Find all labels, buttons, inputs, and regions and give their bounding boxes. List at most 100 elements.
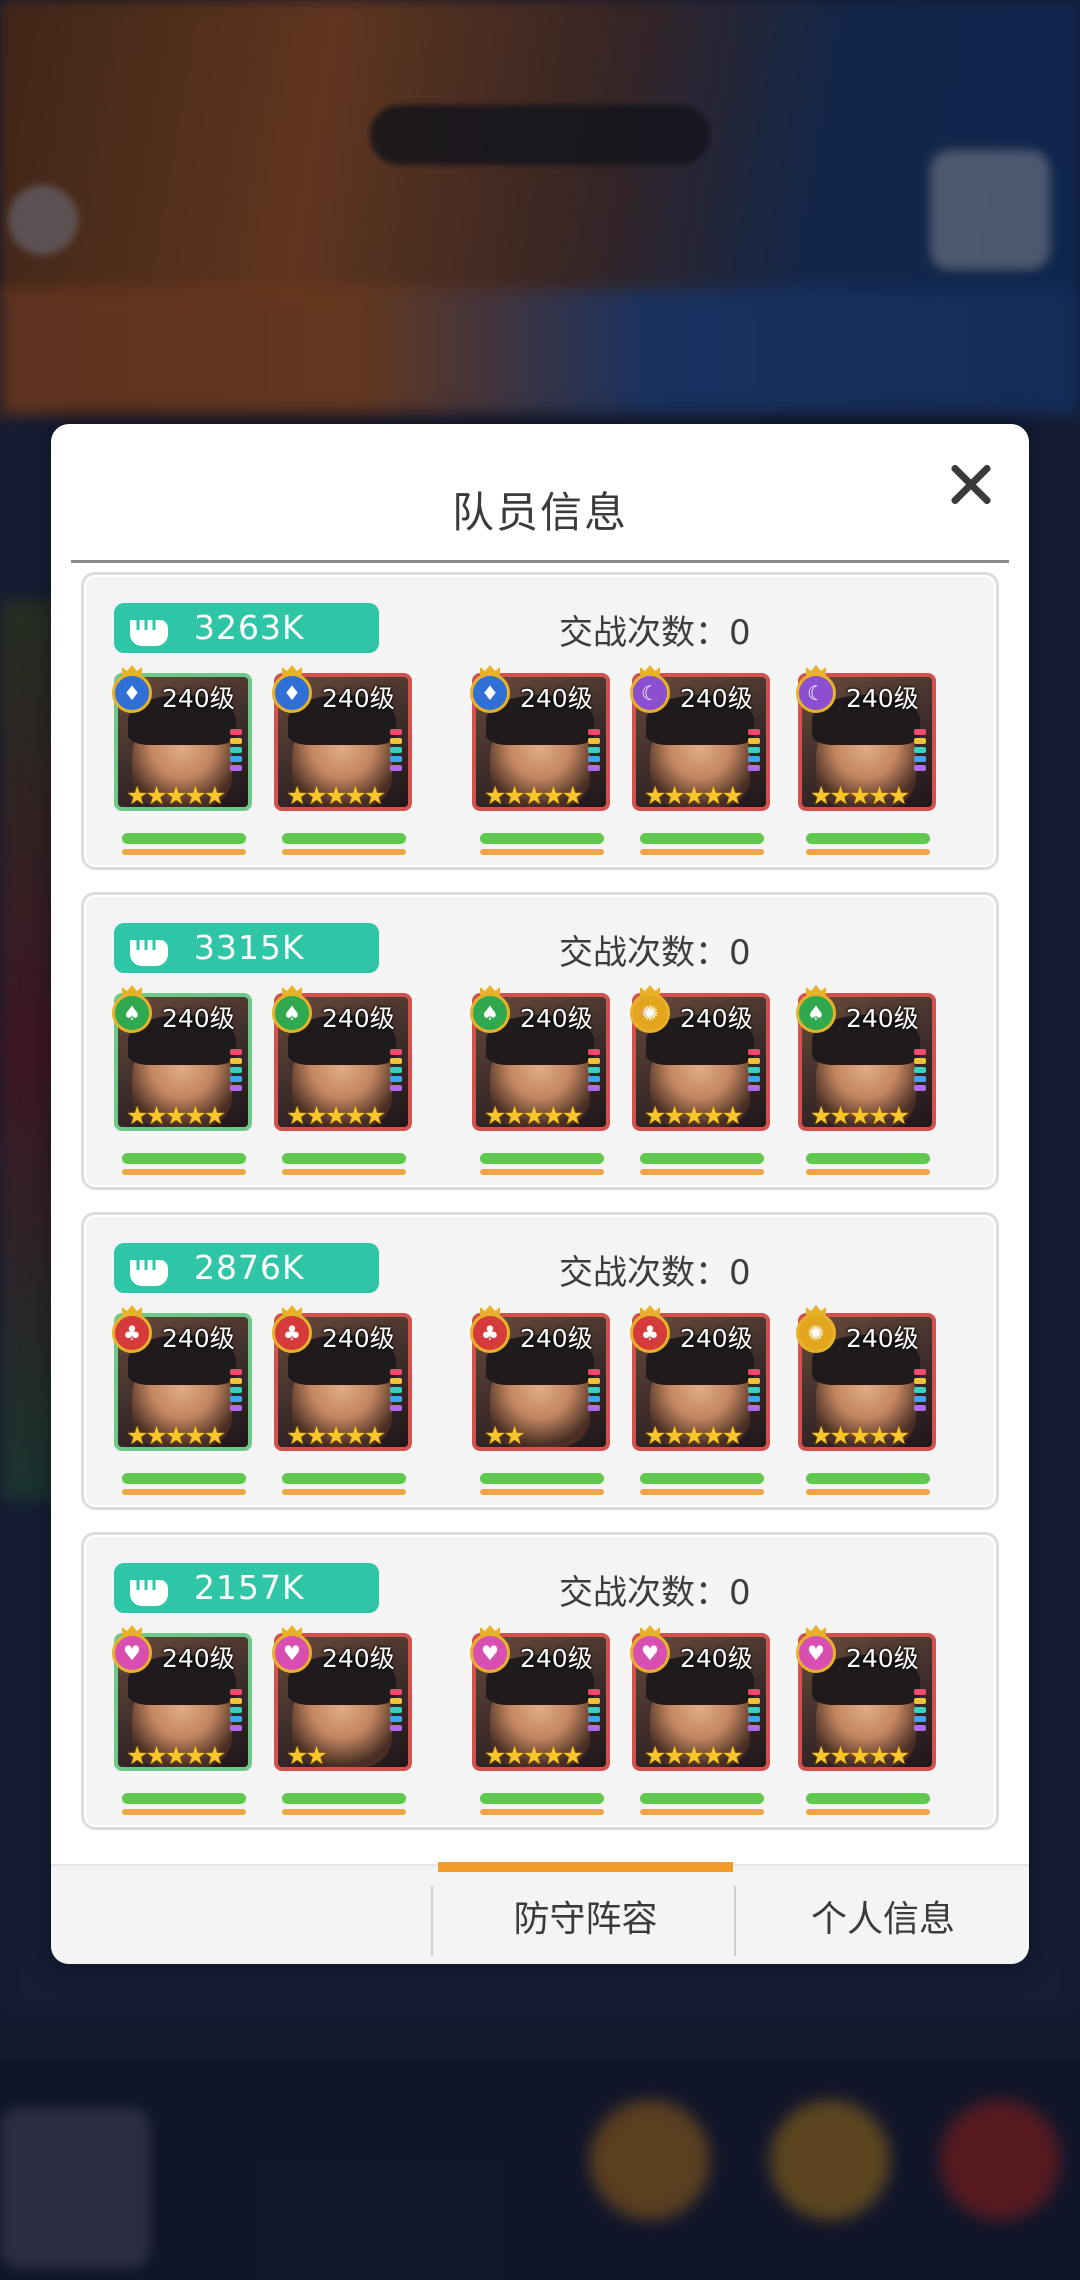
star-rating: ★★★★★ [644, 1101, 744, 1130]
power-badge: 3315K [114, 923, 379, 973]
hero-slot[interactable]: 240级 ★★★★★ ♦ [112, 665, 256, 855]
faction-medal: ♣ [112, 1313, 152, 1353]
hero-slot[interactable]: 240级 ★★★★★ ♦ [470, 665, 614, 855]
star-rating: ★★★★★ [484, 1741, 584, 1770]
fist-icon [130, 940, 168, 966]
hero-level: 240级 [680, 1644, 753, 1673]
faction-medal: ♠ [796, 993, 836, 1033]
purple-faction-icon: ☾ [792, 665, 840, 713]
hp-bar [122, 1153, 246, 1164]
star-rating: ★★★★★ [810, 781, 910, 810]
hero-slot[interactable]: 240级 ★★★★★ ♥ [630, 1625, 774, 1815]
faction-medal: ♣ [630, 1313, 670, 1353]
hero-slot[interactable]: 240级 ★★★★★ ♦ [272, 665, 416, 855]
purple-faction-icon: ☾ [626, 665, 674, 713]
hp-bar [282, 1473, 406, 1484]
rank-bars [230, 1049, 242, 1094]
hero-slot[interactable]: 240级 ★★★★★ ✺ [630, 985, 774, 1175]
hero-slot[interactable]: 240级 ★★★★★ ♣ [112, 1305, 256, 1495]
power-badge: 3263K [114, 603, 379, 653]
tab-empty[interactable] [51, 1866, 431, 1964]
energy-bar [480, 1809, 604, 1815]
energy-bar [282, 849, 406, 855]
power-badge: 2876K [114, 1243, 379, 1293]
rank-bars [588, 729, 600, 774]
energy-bar [282, 1489, 406, 1495]
star-rating: ★★★★★ [644, 1421, 744, 1450]
hero-level: 240级 [520, 1644, 593, 1673]
team-card: 3315K 交战次数：0 240级 ★★★★★ ♠ 240级 ★★★★★ ♠ 240级 ★★★★★… [81, 892, 999, 1190]
pink-faction-icon: ♥ [792, 1625, 840, 1673]
green-faction-icon: ♠ [466, 985, 514, 1033]
team-card: 3263K 交战次数：0 240级 ★★★★★ ♦ 240级 ★★★★★ ♦ 240级 ★★★★★… [81, 572, 999, 870]
hero-slot[interactable]: 240级 ★★ ♥ [272, 1625, 416, 1815]
hp-bar [806, 1473, 930, 1484]
pink-faction-icon: ♥ [268, 1625, 316, 1673]
faction-medal: ✺ [630, 993, 670, 1033]
hp-bar [640, 1153, 764, 1164]
dialog-title: 队员信息 [451, 488, 628, 537]
energy-bar [282, 1809, 406, 1815]
faction-medal: ♥ [796, 1633, 836, 1673]
energy-bar [640, 849, 764, 855]
star-rating: ★★ [484, 1421, 526, 1450]
hp-bar [640, 1473, 764, 1484]
hp-bar [640, 833, 764, 844]
faction-medal: ♥ [112, 1633, 152, 1673]
hero-slot[interactable]: 240级 ★★★★★ ♠ [272, 985, 416, 1175]
tab-personal-info[interactable]: 个人信息 [737, 1866, 1029, 1964]
star-rating: ★★★★★ [484, 781, 584, 810]
rank-bars [230, 729, 242, 774]
team-list[interactable]: 3263K 交战次数：0 240级 ★★★★★ ♦ 240级 ★★★★★ ♦ 240级 ★★★★★… [51, 572, 1029, 1877]
fist-icon [130, 1260, 168, 1286]
hero-slot[interactable]: 240级 ★★★★★ ♣ [272, 1305, 416, 1495]
faction-medal: ♦ [272, 673, 312, 713]
star-rating: ★★★★★ [126, 1741, 226, 1770]
hero-slot[interactable]: 240级 ★★★★★ ♠ [112, 985, 256, 1175]
hero-level: 240级 [846, 1324, 919, 1353]
hero-slot[interactable]: 240级 ★★★★★ ☾ [630, 665, 774, 855]
hero-slot[interactable]: 240级 ★★★★★ ♣ [630, 1305, 774, 1495]
battle-count: 交战次数：0 [559, 613, 751, 653]
energy-bar [806, 849, 930, 855]
power-value: 3263K [194, 608, 305, 647]
hero-level: 240级 [846, 1004, 919, 1033]
star-rating: ★★★★★ [126, 781, 226, 810]
faction-medal: ♠ [470, 993, 510, 1033]
faction-medal: ♥ [470, 1633, 510, 1673]
hero-slot[interactable]: 240级 ★★★★★ ♠ [470, 985, 614, 1175]
rank-bars [588, 1369, 600, 1414]
rank-bars [748, 1689, 760, 1734]
hero-level: 240级 [322, 1644, 395, 1673]
hp-bar [640, 1793, 764, 1804]
power-badge: 2157K [114, 1563, 379, 1613]
tab-bar: 防守阵容 个人信息 [51, 1862, 1029, 1964]
star-rating: ★★★★★ [644, 1741, 744, 1770]
hero-slot[interactable]: 240级 ★★★★★ ♠ [796, 985, 940, 1175]
hero-slot[interactable]: 240级 ★★★★★ ♥ [796, 1625, 940, 1815]
hero-slot[interactable]: 240级 ★★★★★ ♥ [470, 1625, 614, 1815]
tab-defense-lineup[interactable]: 防守阵容 [438, 1862, 733, 1964]
energy-bar [122, 1809, 246, 1815]
energy-bar [480, 1489, 604, 1495]
energy-bar [806, 1489, 930, 1495]
hero-slot[interactable]: 240级 ★★★★★ ✺ [796, 1305, 940, 1495]
close-icon[interactable] [941, 454, 1001, 514]
hp-bar [122, 1473, 246, 1484]
hero-slot[interactable]: 240级 ★★ ♣ [470, 1305, 614, 1495]
hero-level: 240级 [162, 1004, 235, 1033]
hero-level: 240级 [322, 1004, 395, 1033]
rank-bars [914, 1369, 926, 1414]
star-rating: ★★★★★ [484, 1101, 584, 1130]
battle-count: 交战次数：0 [559, 1573, 751, 1613]
rank-bars [748, 1049, 760, 1094]
hero-slot[interactable]: 240级 ★★★★★ ☾ [796, 665, 940, 855]
star-rating: ★★★★★ [286, 781, 386, 810]
rank-bars [748, 729, 760, 774]
faction-medal: ☾ [630, 673, 670, 713]
star-rating: ★★ [286, 1741, 328, 1770]
hero-slot[interactable]: 240级 ★★★★★ ♥ [112, 1625, 256, 1815]
faction-medal: ♥ [272, 1633, 312, 1673]
faction-medal: ♣ [272, 1313, 312, 1353]
team-card: 2876K 交战次数：0 240级 ★★★★★ ♣ 240级 ★★★★★ ♣ 240级 ★★ ♣ 24… [81, 1212, 999, 1510]
